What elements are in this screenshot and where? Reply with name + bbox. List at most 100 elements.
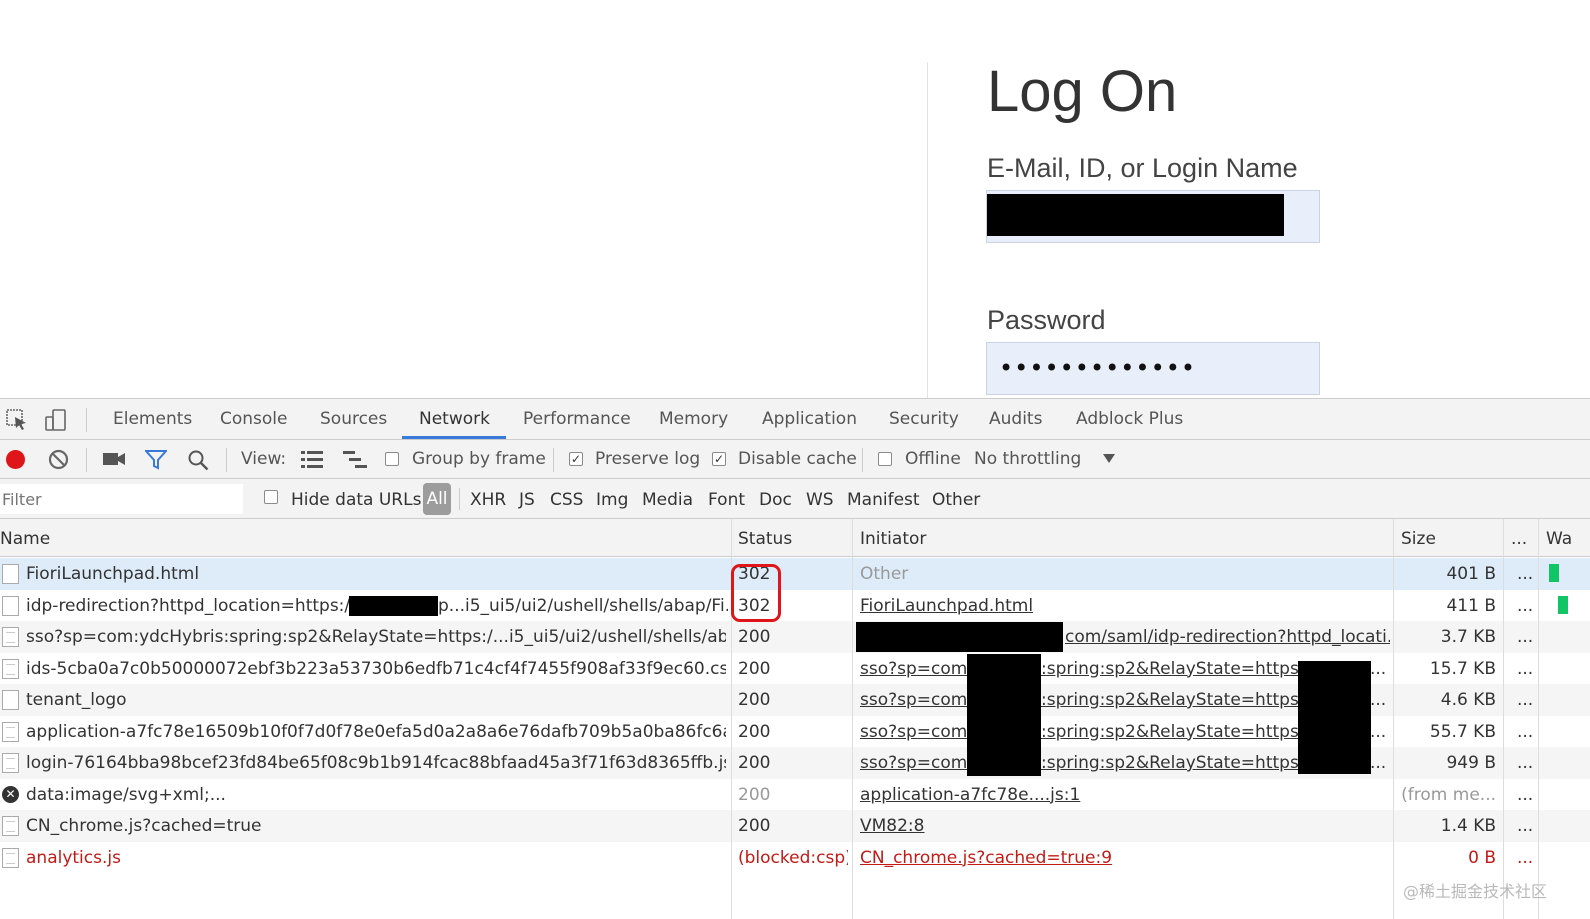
column-divider[interactable] [1538, 519, 1539, 919]
request-initiator-tail[interactable]: :spring:sp2&RelayState=https:// [1041, 659, 1301, 679]
request-name: FioriLaunchpad.html [26, 564, 200, 584]
tab-adblock-plus[interactable]: Adblock Plus [1076, 409, 1183, 429]
filter-type-all[interactable]: All [423, 483, 451, 515]
request-more: ... [1517, 564, 1534, 584]
group-by-frame-label[interactable]: Group by frame [412, 449, 546, 469]
filter-type-manifest[interactable]: Manifest [847, 490, 920, 510]
column-divider[interactable] [1503, 519, 1504, 919]
column-status[interactable]: Status [738, 529, 792, 549]
column-divider[interactable] [852, 519, 853, 919]
overview-icon[interactable] [343, 451, 367, 468]
throttling-select[interactable]: No throttling [974, 449, 1081, 469]
record-icon[interactable] [5, 449, 26, 470]
tab-audits[interactable]: Audits [989, 409, 1042, 429]
tab-elements[interactable]: Elements [113, 409, 192, 429]
devtools-tabbar: Elements Console Sources Network Perform… [0, 398, 1590, 440]
preserve-log-label[interactable]: Preserve log [595, 449, 700, 469]
column-divider[interactable] [1393, 519, 1394, 919]
column-initiator[interactable]: Initiator [860, 529, 926, 549]
disable-cache-label[interactable]: Disable cache [738, 449, 857, 469]
tab-console[interactable]: Console [220, 409, 288, 429]
table-row[interactable]: ✕ data:image/svg+xml;... 200 application… [0, 779, 1590, 811]
password-field[interactable]: ••••••••••••• [986, 342, 1320, 395]
view-label: View: [241, 449, 287, 469]
request-initiator-link[interactable]: sso?sp=com:y [860, 753, 970, 773]
filter-type-css[interactable]: CSS [550, 490, 583, 510]
request-initiator-link[interactable]: com/saml/idp-redirection?httpd_locati... [1065, 627, 1390, 647]
column-waterfall[interactable]: Wa [1546, 529, 1572, 549]
request-size: 55.7 KB [1429, 721, 1496, 742]
hide-data-urls-checkbox[interactable] [264, 490, 278, 504]
request-status: 200 [738, 784, 771, 805]
request-initiator-tail[interactable]: :spring:sp2&RelayState=https:// [1041, 753, 1301, 773]
request-initiator-link[interactable]: application-a7fc78e....js:1 [860, 785, 1390, 805]
redaction-box [967, 654, 1041, 776]
offline-checkbox[interactable] [878, 452, 892, 466]
request-size: (from me... [1401, 784, 1496, 805]
filter-type-doc[interactable]: Doc [759, 490, 792, 510]
request-more: ... [1517, 690, 1534, 710]
request-name: data:image/svg+xml;... [26, 784, 226, 805]
column-size[interactable]: Size [1401, 529, 1436, 549]
clear-icon[interactable] [48, 449, 69, 470]
request-status: 200 [738, 753, 771, 773]
table-row[interactable]: analytics.js (blocked:csp) CN_chrome.js?… [0, 842, 1590, 874]
stylesheet-file-icon [2, 658, 19, 679]
filter-type-media[interactable]: Media [642, 490, 693, 510]
request-initiator-link[interactable]: sso?sp=com:y [860, 722, 970, 742]
request-more: ... [1517, 721, 1534, 742]
filter-type-xhr[interactable]: XHR [470, 490, 506, 510]
tab-performance[interactable]: Performance [523, 409, 631, 429]
request-more: ... [1517, 816, 1534, 836]
disable-cache-checkbox[interactable]: ✓ [712, 452, 726, 466]
email-label: E-Mail, ID, or Login Name [987, 153, 1298, 183]
redaction-box [349, 595, 438, 616]
tab-security[interactable]: Security [889, 409, 959, 429]
tab-network[interactable]: Network [419, 409, 490, 429]
logon-title: Log On [987, 59, 1178, 124]
filter-type-img[interactable]: Img [596, 490, 628, 510]
redaction-box [1298, 661, 1371, 774]
request-initiator-end: ... [1370, 690, 1387, 710]
request-initiator-link[interactable]: sso?sp=com:y [860, 659, 970, 679]
table-row[interactable]: CN_chrome.js?cached=true 200 VM82:8 1.4 … [0, 810, 1590, 842]
filter-bar: Hide data URLs All XHR JS CSS Img Media … [0, 479, 1590, 519]
screenshot-camera-icon[interactable] [103, 451, 126, 467]
large-rows-icon[interactable] [301, 451, 323, 468]
table-row[interactable]: idp-redirection?httpd_location=https://g… [0, 590, 1590, 622]
table-row[interactable]: sso?sp=com:ydcHybris:spring:sp2&RelaySta… [0, 621, 1590, 653]
preserve-log-checkbox[interactable]: ✓ [569, 452, 583, 466]
filter-type-js[interactable]: JS [519, 490, 535, 510]
request-name: CN_chrome.js?cached=true [26, 816, 262, 836]
login-page: Log On E-Mail, ID, or Login Name Passwor… [0, 0, 1590, 398]
request-initiator-tail[interactable]: :spring:sp2&RelayState=https:// [1041, 690, 1301, 710]
device-toolbar-icon[interactable] [44, 408, 68, 432]
request-initiator-link[interactable]: sso?sp=com:y [860, 690, 970, 710]
group-by-frame-checkbox[interactable] [385, 452, 399, 466]
dropdown-arrow-icon[interactable] [1103, 454, 1115, 463]
tab-application[interactable]: Application [762, 409, 857, 429]
request-initiator-link[interactable]: VM82:8 [860, 816, 1390, 836]
tab-sources[interactable]: Sources [320, 409, 387, 429]
column-more[interactable]: ... [1511, 529, 1527, 549]
email-field[interactable] [986, 190, 1320, 243]
column-name[interactable]: Name [0, 529, 50, 549]
filter-type-other[interactable]: Other [932, 490, 980, 510]
filter-type-ws[interactable]: WS [806, 490, 834, 510]
request-status: 200 [738, 816, 771, 836]
request-status: 200 [738, 658, 771, 679]
request-initiator-link[interactable]: CN_chrome.js?cached=true:9 [860, 848, 1390, 868]
search-icon[interactable] [188, 450, 209, 471]
hide-data-urls-label[interactable]: Hide data URLs [291, 490, 421, 510]
inspect-element-icon[interactable] [5, 408, 29, 432]
tab-memory[interactable]: Memory [659, 409, 728, 429]
request-name: ids-5cba0a7c0b50000072ebf3b223a53730b6ed… [26, 658, 726, 679]
filter-input[interactable] [0, 484, 243, 514]
filter-type-font[interactable]: Font [708, 490, 745, 510]
request-initiator-tail[interactable]: :spring:sp2&RelayState=https:// [1041, 722, 1301, 742]
request-initiator-link[interactable]: FioriLaunchpad.html [860, 596, 1390, 616]
offline-label[interactable]: Offline [905, 449, 961, 469]
table-row[interactable]: FioriLaunchpad.html 302 Other 401 B ... [0, 558, 1590, 590]
filter-icon[interactable] [145, 450, 167, 470]
request-more: ... [1517, 753, 1534, 773]
